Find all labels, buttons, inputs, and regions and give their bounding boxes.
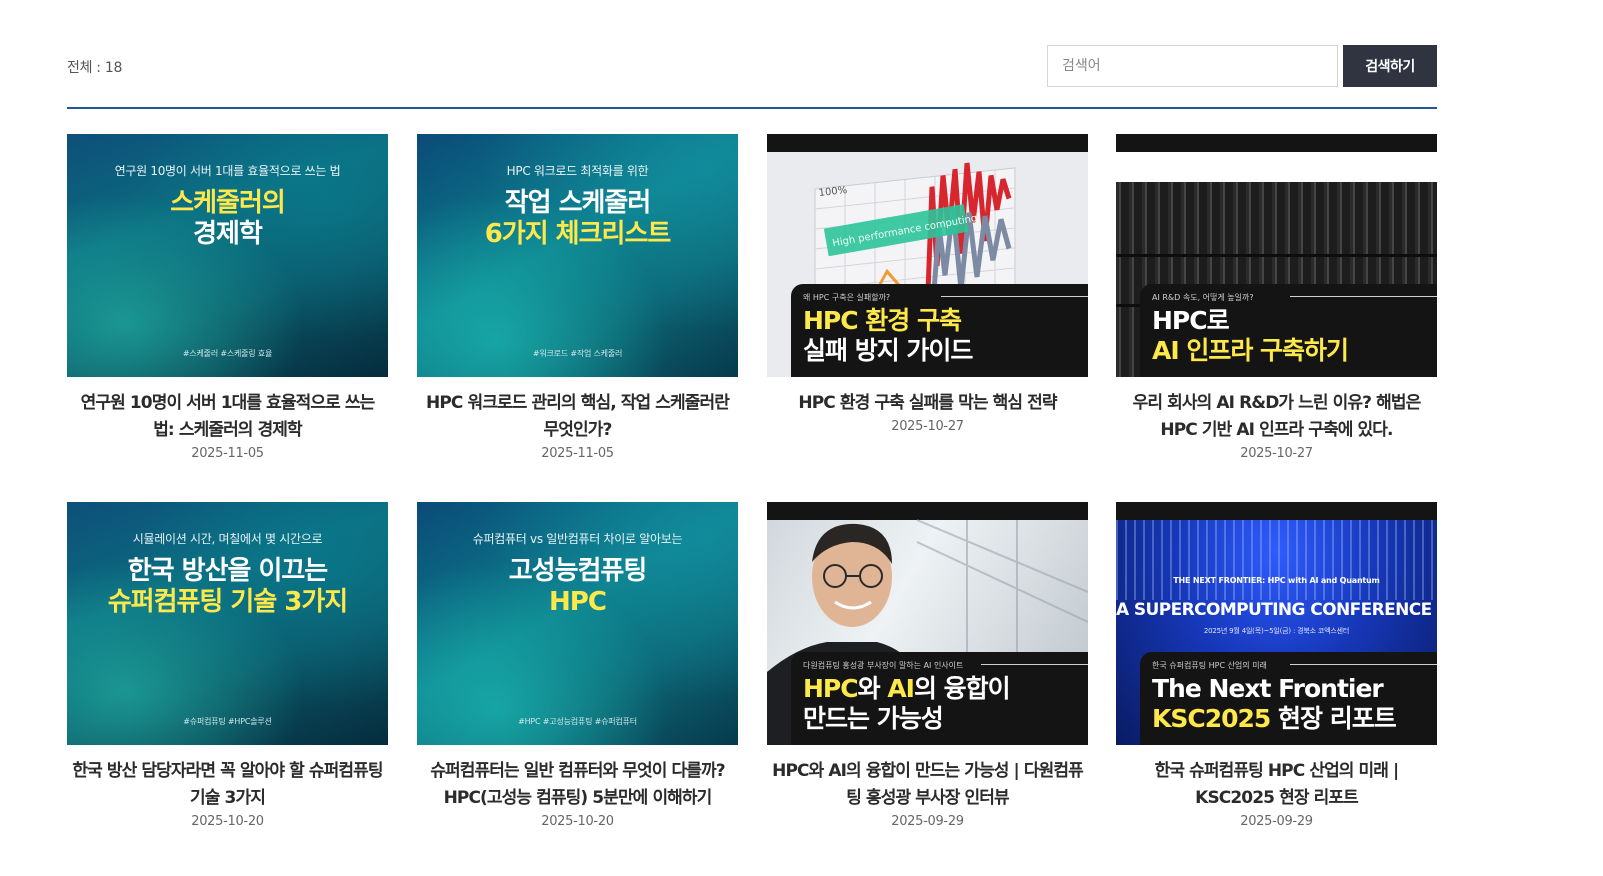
thumbnail-headline: 고성능컴퓨팅 HPC	[417, 556, 738, 618]
thumbnail-white-band	[1116, 152, 1437, 182]
overlay-subtitle: 왜 HPC 구축은 실패할까?	[803, 293, 891, 302]
overlay-title: HPC로 AI 인프라 구축하기	[1152, 306, 1349, 366]
overlay-title-line: HPC로	[1152, 306, 1230, 335]
post-card[interactable]: AI R&D 속도, 어떻게 높일까? HPC로 AI 인프라 구축하기 우리 …	[1116, 134, 1437, 461]
thumbnail-overlay: 한국 슈퍼컴퓨팅 HPC 산업의 미래 The Next Frontier KS…	[1140, 652, 1437, 745]
post-title[interactable]: HPC 워크로드 관리의 핵심, 작업 스케줄러란 무엇인가?	[417, 390, 738, 444]
post-title[interactable]: 슈퍼컴퓨터는 일반 컴퓨터와 무엇이 다를까? HPC(고성능 컴퓨팅) 5분만…	[417, 758, 738, 812]
post-thumbnail[interactable]: THE NEXT FRONTIER: HPC with AI and Quant…	[1116, 502, 1437, 745]
thumbnail-top-band	[1116, 502, 1437, 520]
overlay-title: The Next Frontier KSC2025 현장 리포트	[1152, 674, 1397, 734]
post-title[interactable]: 우리 회사의 AI R&D가 느린 이유? 해법은 HPC 기반 AI 인프라 …	[1116, 390, 1437, 444]
thumbnail-tags: #스케줄러 #스케줄링 효율	[182, 349, 273, 358]
post-title[interactable]: 연구원 10명이 서버 1대를 효율적으로 쓰는 법: 스케줄러의 경제학	[67, 390, 388, 444]
overlay-title-line: HPC와 AI의 융합이	[803, 674, 1011, 703]
post-thumbnail[interactable]: AI R&D 속도, 어떻게 높일까? HPC로 AI 인프라 구축하기	[1116, 134, 1437, 377]
thumbnail-subtitle: 시뮬레이션 시간, 며칠에서 몇 시간으로	[132, 532, 323, 546]
overlay-title: HPC와 AI의 융합이 만드는 가능성	[803, 674, 1011, 734]
search-button[interactable]: 검색하기	[1343, 45, 1437, 87]
stage-lights-image	[1116, 520, 1437, 600]
thumbnail-overlay: AI R&D 속도, 어떻게 높일까? HPC로 AI 인프라 구축하기	[1140, 284, 1437, 377]
thumbnail-headline: 한국 방산을 이끄는 슈퍼컴퓨팅 기술 3가지	[67, 556, 388, 618]
thumbnail-tags: #HPC #고성능컴퓨팅 #슈퍼컴퓨터	[518, 717, 637, 726]
thumbnail-headline-line: HPC	[549, 587, 607, 617]
thumbnail-subtitle: 슈퍼컴퓨터 vs 일반컴퓨터 차이로 알아보는	[472, 532, 683, 546]
overlay-rule	[1290, 296, 1437, 297]
overlay-title: HPC 환경 구축 실패 방지 가이드	[803, 306, 973, 366]
overlay-subtitle: 한국 슈퍼컴퓨팅 HPC 산업의 미래	[1152, 661, 1267, 670]
thumbnail-overlay: 왜 HPC 구축은 실패할까? HPC 환경 구축 실패 방지 가이드	[791, 284, 1088, 377]
post-title[interactable]: 한국 방산 담당자라면 꼭 알아야 할 슈퍼컴퓨팅 기술 3가지	[67, 758, 388, 812]
overlay-subtitle: 다원컴퓨팅 홍성광 부사장이 말하는 AI 인사이트	[803, 661, 964, 670]
post-thumbnail[interactable]: 다원컴퓨팅 홍성광 부사장이 말하는 AI 인사이트 HPC와 AI의 융합이 …	[767, 502, 1088, 745]
post-thumbnail[interactable]: 슈퍼컴퓨터 vs 일반컴퓨터 차이로 알아보는 고성능컴퓨팅 HPC #HPC …	[417, 502, 738, 745]
thumbnail-top-band	[1116, 134, 1437, 152]
post-title[interactable]: 한국 슈퍼컴퓨팅 HPC 산업의 미래 | KSC2025 현장 리포트	[1116, 758, 1437, 812]
post-card[interactable]: 시뮬레이션 시간, 며칠에서 몇 시간으로 한국 방산을 이끄는 슈퍼컴퓨팅 기…	[67, 502, 388, 829]
overlay-title-line: 실패 방지 가이드	[803, 336, 973, 365]
post-thumbnail[interactable]: 시뮬레이션 시간, 며칠에서 몇 시간으로 한국 방산을 이끄는 슈퍼컴퓨팅 기…	[67, 502, 388, 745]
post-title[interactable]: HPC 환경 구축 실패를 막는 핵심 전략	[767, 390, 1088, 417]
post-card[interactable]: 슈퍼컴퓨터 vs 일반컴퓨터 차이로 알아보는 고성능컴퓨팅 HPC #HPC …	[417, 502, 738, 829]
overlay-title-line: The Next Frontier	[1152, 674, 1384, 703]
post-date: 2025-10-20	[191, 814, 264, 829]
post-date: 2025-10-20	[541, 814, 614, 829]
thumbnail-overlay: 다원컴퓨팅 홍성광 부사장이 말하는 AI 인사이트 HPC와 AI의 융합이 …	[791, 652, 1088, 745]
thumbnail-headline: 스케줄러의 경제학	[67, 188, 388, 250]
overlay-rule	[981, 664, 1088, 665]
divider	[67, 107, 1437, 109]
post-date: 2025-09-29	[891, 814, 964, 829]
overlay-subtitle: AI R&D 속도, 어떻게 높일까?	[1152, 293, 1254, 302]
thumbnail-tags: #워크로드 #작업 스케줄러	[532, 349, 623, 358]
list-toolbar: 전체 : 18 검색하기	[67, 44, 1437, 88]
thumbnail-subtitle: 연구원 10명이 서버 1대를 효율적으로 쓰는 법	[114, 164, 341, 178]
overlay-title-line: HPC 환경 구축	[803, 306, 962, 335]
post-date: 2025-11-05	[191, 446, 264, 461]
thumbnail-headline-line: 6가지 체크리스트	[484, 219, 672, 249]
total-count: 전체 : 18	[67, 60, 123, 76]
post-card[interactable]: 다원컴퓨팅 홍성광 부사장이 말하는 AI 인사이트 HPC와 AI의 융합이 …	[767, 502, 1088, 829]
post-thumbnail[interactable]: 연구원 10명이 서버 1대를 효율적으로 쓰는 법 스케줄러의 경제학 #스케…	[67, 134, 388, 377]
overlay-title-line: AI 인프라 구축하기	[1152, 336, 1349, 365]
overlay-title-line: 만드는 가능성	[803, 704, 944, 733]
post-card[interactable]: HPC 워크로드 최적화를 위한 작업 스케줄러 6가지 체크리스트 #워크로드…	[417, 134, 738, 461]
thumbnail-tags: #슈퍼컴퓨팅 #HPC솔루션	[183, 717, 272, 726]
post-card[interactable]: THE NEXT FRONTIER: HPC with AI and Quant…	[1116, 502, 1437, 829]
thumbnail-headline-line: 한국 방산을 이끄는	[127, 556, 328, 586]
thumbnail-headline-line: 작업 스케줄러	[504, 188, 652, 218]
search-input[interactable]	[1047, 45, 1338, 87]
thumbnail-headline: 작업 스케줄러 6가지 체크리스트	[417, 188, 738, 250]
thumbnail-headline-line: 고성능컴퓨팅	[508, 556, 648, 586]
photo-conference-topline: THE NEXT FRONTIER: HPC with AI and Quant…	[1173, 576, 1380, 585]
post-card[interactable]: 연구원 10명이 서버 1대를 효율적으로 쓰는 법 스케줄러의 경제학 #스케…	[67, 134, 388, 461]
post-date: 2025-09-29	[1240, 814, 1313, 829]
overlay-title-line: KSC2025 현장 리포트	[1152, 704, 1397, 733]
thumbnail-headline-line: 슈퍼컴퓨팅 기술 3가지	[107, 587, 348, 617]
photo-conference-title: A SUPERCOMPUTING CONFERENCE 2025	[1116, 600, 1437, 620]
thumbnail-headline-line: 스케줄러의	[170, 188, 286, 218]
overlay-rule	[941, 296, 1088, 297]
thumbnail-headline-line: 경제학	[193, 219, 263, 249]
post-thumbnail[interactable]: High performance computing 100% 왜 HPC 구축…	[767, 134, 1088, 377]
post-date: 2025-10-27	[1240, 446, 1313, 461]
thumbnail-subtitle: HPC 워크로드 최적화를 위한	[506, 164, 649, 178]
post-date: 2025-10-27	[891, 419, 964, 434]
post-date: 2025-11-05	[541, 446, 614, 461]
post-card[interactable]: High performance computing 100% 왜 HPC 구축…	[767, 134, 1088, 434]
overlay-rule	[1290, 664, 1437, 665]
post-title[interactable]: HPC와 AI의 융합이 만드는 가능성 | 다원컴퓨팅 홍성광 부사장 인터뷰	[767, 758, 1088, 812]
post-thumbnail[interactable]: HPC 워크로드 최적화를 위한 작업 스케줄러 6가지 체크리스트 #워크로드…	[417, 134, 738, 377]
photo-conference-date: 2025년 9월 4일(목)~5일(금) : 경북소 코엑스센터	[1203, 627, 1350, 635]
